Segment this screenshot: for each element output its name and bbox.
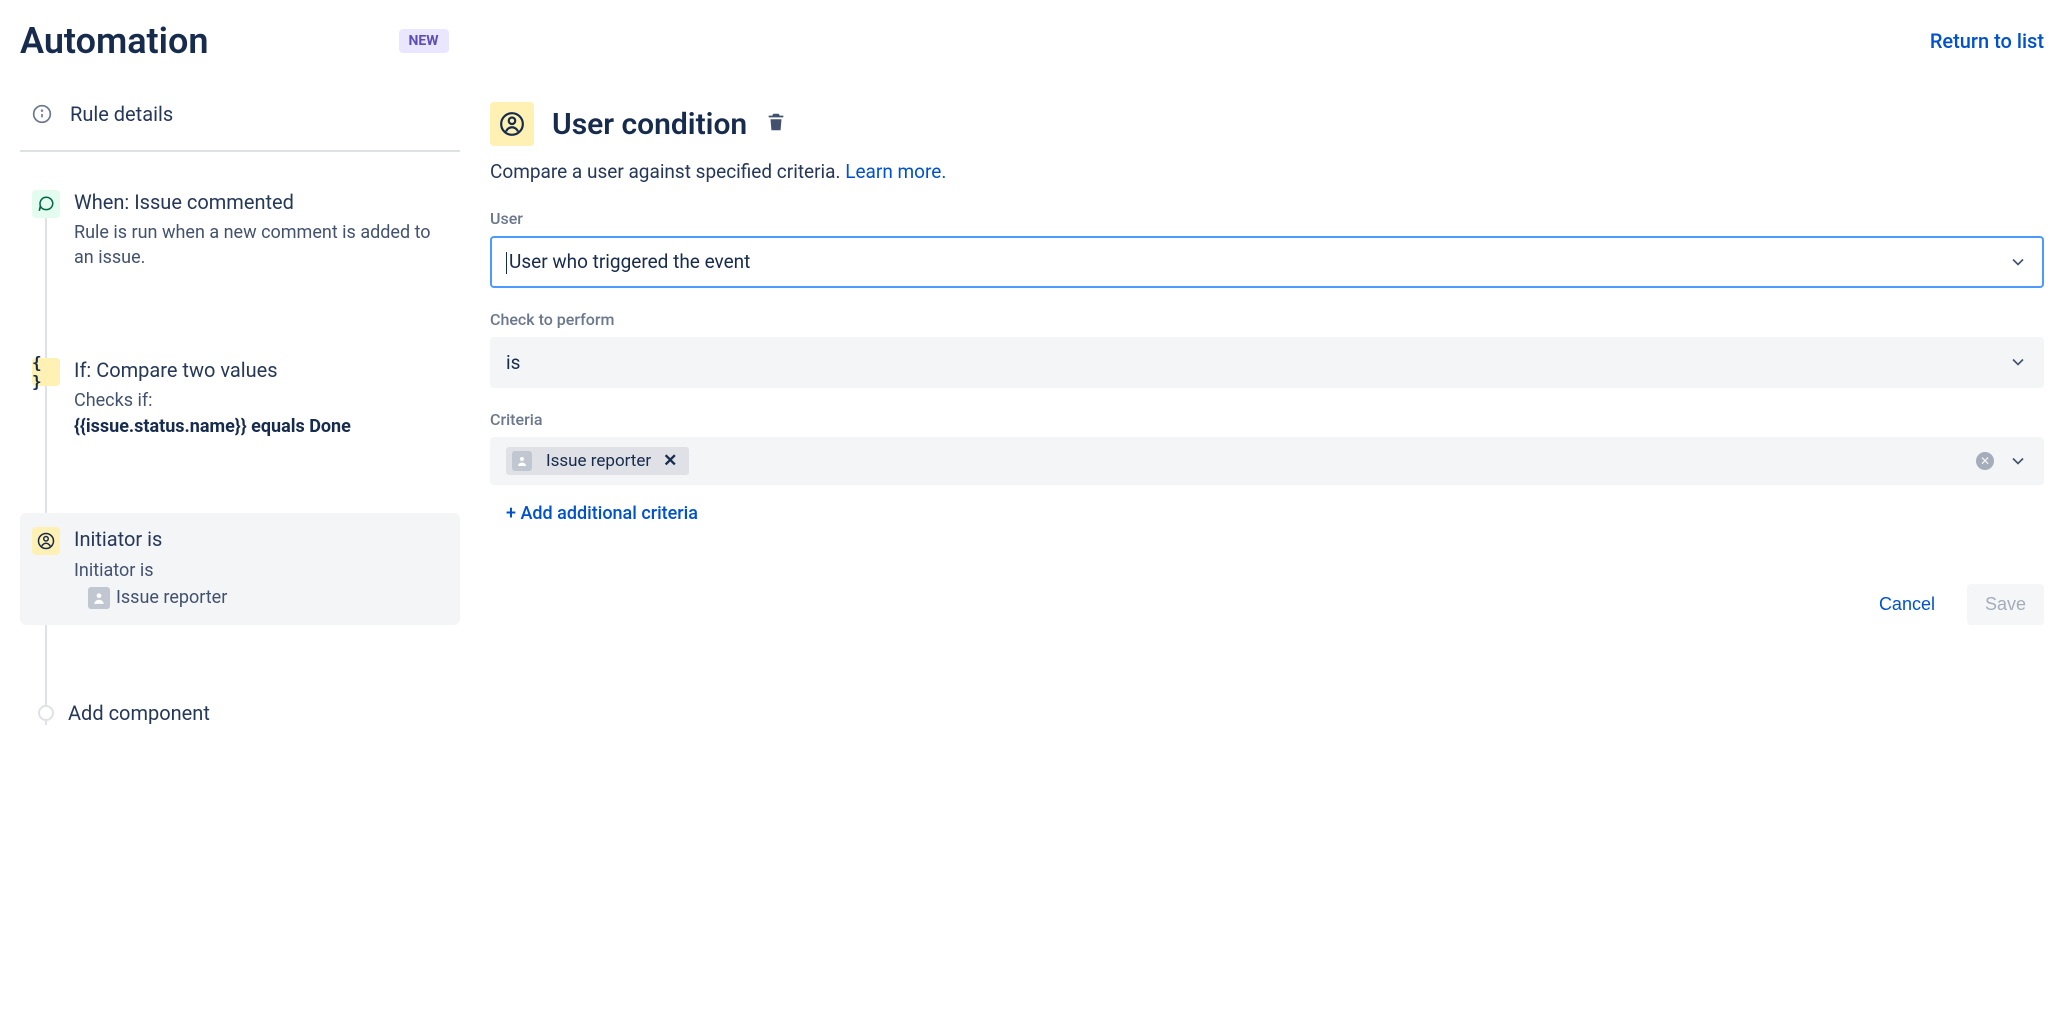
add-component-button[interactable]: Add component: [20, 685, 460, 745]
empty-circle-icon: [38, 705, 54, 721]
criteria-select[interactable]: Issue reporter ✕ ✕: [490, 437, 2044, 485]
chip-remove-button[interactable]: ✕: [659, 451, 681, 471]
cancel-button[interactable]: Cancel: [1865, 584, 1949, 625]
criteria-field-label: Criteria: [490, 410, 2044, 429]
criteria-chip: Issue reporter ✕: [506, 447, 689, 475]
delete-button[interactable]: [765, 111, 787, 137]
return-to-list-link[interactable]: Return to list: [1930, 29, 2044, 53]
chevron-down-icon: [2008, 252, 2028, 272]
step-condition-compare[interactable]: { } If: Compare two values Checks if: {{…: [20, 344, 460, 452]
step-title: When: Issue commented: [74, 190, 448, 214]
page-title: Automation: [20, 20, 209, 62]
step-title: Initiator is: [74, 527, 448, 551]
page-header: Automation NEW Return to list: [20, 20, 2044, 62]
main-desc-text: Compare a user against specified criteri…: [490, 160, 845, 183]
main-title: User condition: [552, 107, 747, 142]
step-sub: Initiator is Issue reporter: [74, 557, 448, 611]
avatar-icon: [88, 587, 110, 609]
check-field-label: Check to perform: [490, 310, 2044, 329]
avatar-icon: [512, 451, 532, 471]
learn-more-link[interactable]: Learn more.: [845, 160, 946, 183]
user-select-value: User who triggered the event: [509, 250, 750, 273]
rule-details-button[interactable]: Rule details: [20, 102, 460, 152]
user-icon: [32, 527, 60, 555]
add-component-label: Add component: [68, 701, 448, 725]
step-title: If: Compare two values: [74, 358, 448, 382]
step-sub-line1: Initiator is: [74, 560, 153, 581]
step-trigger[interactable]: When: Issue commented Rule is run when a…: [20, 176, 460, 284]
new-badge: NEW: [399, 29, 449, 53]
check-select-value: is: [506, 351, 520, 374]
rule-sidebar: Rule details When: Issue commented Rule …: [20, 102, 460, 745]
step-desc: Rule is run when a new comment is added …: [74, 220, 448, 270]
user-condition-icon: [490, 102, 534, 146]
chevron-down-icon: [2008, 451, 2028, 471]
info-icon: [32, 104, 52, 124]
braces-icon: { }: [32, 358, 60, 386]
save-button[interactable]: Save: [1967, 584, 2044, 625]
main-panel: User condition Compare a user against sp…: [490, 102, 2044, 745]
add-criteria-button[interactable]: + Add additional criteria: [490, 503, 2044, 524]
step-desc-prefix: Checks if:: [74, 390, 152, 411]
comment-icon: [32, 190, 60, 218]
step-condition-user[interactable]: Initiator is Initiator is Issue reporter: [20, 513, 460, 625]
user-select[interactable]: User who triggered the event: [490, 236, 2044, 288]
user-field-label: User: [490, 209, 2044, 228]
step-desc: Checks if: {{issue.status.name}} equals …: [74, 388, 448, 438]
check-select[interactable]: is: [490, 337, 2044, 388]
step-sub-line2: Issue reporter: [116, 587, 227, 608]
rule-details-label: Rule details: [70, 102, 173, 126]
step-desc-strong: {{issue.status.name}} equals Done: [74, 416, 351, 437]
clear-all-button[interactable]: ✕: [1976, 452, 1994, 470]
criteria-chip-label: Issue reporter: [546, 451, 651, 471]
main-description: Compare a user against specified criteri…: [490, 160, 2044, 183]
chevron-down-icon: [2008, 352, 2028, 372]
